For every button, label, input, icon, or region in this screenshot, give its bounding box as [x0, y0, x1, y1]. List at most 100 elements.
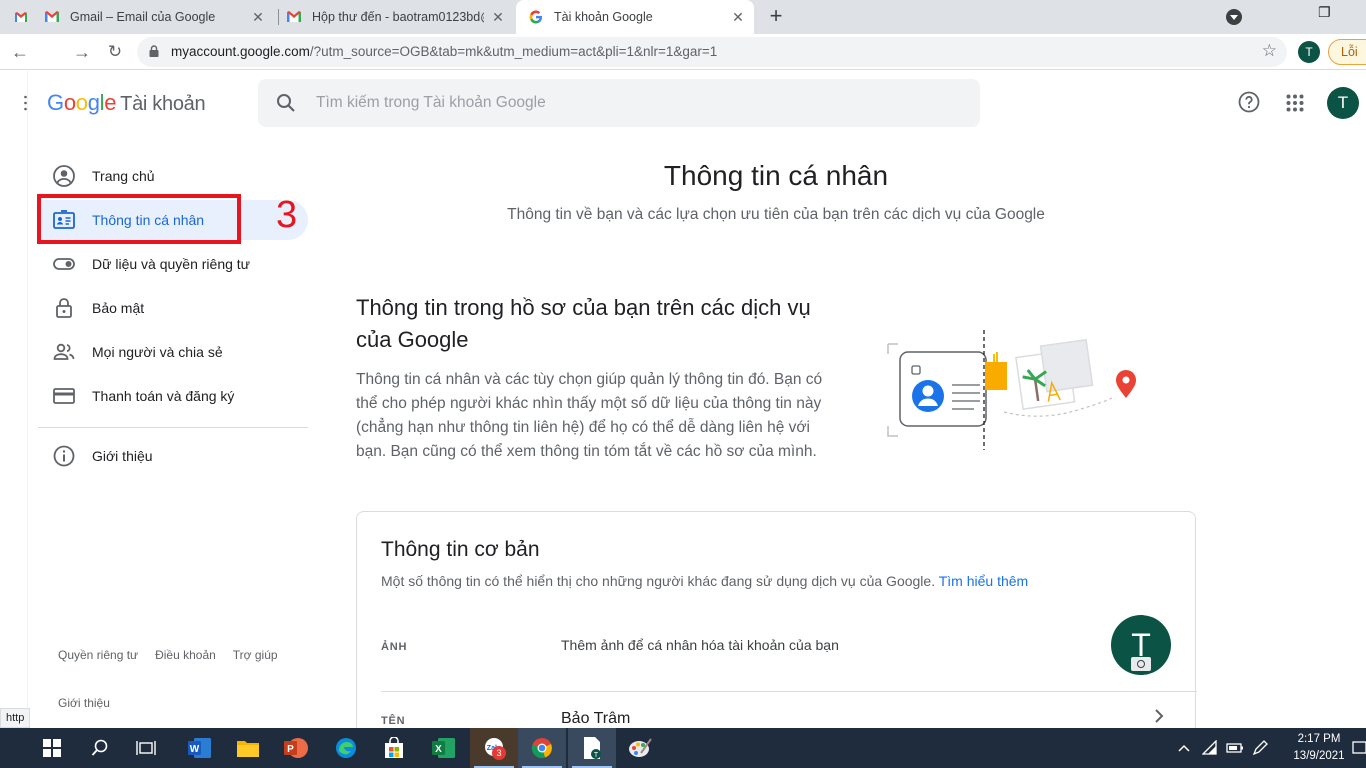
- error-button[interactable]: Lỗi: [1328, 39, 1366, 65]
- windows-start-icon[interactable]: [28, 728, 76, 768]
- name-row-label: TÊN: [381, 715, 406, 727]
- terms-link[interactable]: Điều khoản: [155, 648, 216, 662]
- search-input[interactable]: [316, 91, 916, 115]
- photo-row-label: ẢNH: [381, 641, 408, 653]
- taskbar-clock[interactable]: 2:17 PM 13/9/2021: [1284, 731, 1354, 765]
- sidebar-item-label: Bảo mật: [92, 300, 145, 316]
- profile-avatar[interactable]: T: [1298, 41, 1320, 63]
- task-view-icon[interactable]: [122, 728, 170, 768]
- logo-letter: o: [75, 90, 88, 115]
- account-search[interactable]: [258, 79, 980, 127]
- chrome-profile-icon[interactable]: T: [568, 728, 616, 768]
- gmail-icon: [44, 9, 60, 25]
- account-avatar[interactable]: T: [1327, 87, 1359, 119]
- help-icon[interactable]: [1238, 91, 1260, 113]
- lock-icon: [56, 298, 72, 318]
- profile-photo[interactable]: T: [1111, 615, 1171, 675]
- wifi-icon[interactable]: [1201, 739, 1218, 756]
- google-account-logo[interactable]: Google Tài khoản: [47, 90, 206, 116]
- photo-row-value[interactable]: Thêm ảnh để cá nhân hóa tài khoản của bạ…: [561, 637, 839, 653]
- name-row-value[interactable]: Bảo Trâm: [561, 710, 630, 728]
- logo-letter: e: [104, 90, 117, 115]
- footer-about-link[interactable]: Giới thiệu: [58, 696, 110, 710]
- sidebar-divider: [38, 427, 308, 428]
- sidebar-item-label: Thanh toán và đăng ký: [92, 388, 235, 404]
- file-explorer-icon[interactable]: [224, 728, 272, 768]
- tab-search-icon[interactable]: [1226, 9, 1242, 25]
- browser-tab-strip: Gmail – Email của Google ✕ Hộp thư đến -…: [0, 0, 1366, 34]
- paint-icon[interactable]: [616, 728, 664, 768]
- google-apps-icon[interactable]: [1286, 94, 1304, 112]
- excel-icon[interactable]: X: [420, 728, 468, 768]
- product-name: Tài khoản: [120, 93, 206, 115]
- close-tab-icon[interactable]: ✕: [490, 9, 506, 25]
- forward-arrow-icon[interactable]: →: [70, 40, 94, 64]
- svg-text:T: T: [594, 752, 599, 759]
- chevron-right-icon[interactable]: [1151, 708, 1167, 724]
- bookmark-star-icon[interactable]: ☆: [1262, 41, 1277, 61]
- notification-center-icon[interactable]: [1352, 740, 1366, 756]
- edge-icon[interactable]: [322, 728, 370, 768]
- url-path: /?utm_source=OGB&tab=mk&utm_medium=act&p…: [309, 44, 718, 59]
- sidebar-item-payments[interactable]: Thanh toán và đăng ký: [38, 376, 308, 416]
- restore-window-icon[interactable]: ❐: [1318, 4, 1331, 21]
- card-title: Thông tin cơ bản: [381, 538, 540, 561]
- logo-letter: G: [47, 90, 64, 115]
- profile-illustration: [887, 330, 1136, 450]
- tab-gmail[interactable]: Gmail – Email của Google ✕: [44, 0, 274, 34]
- main-menu-icon[interactable]: [24, 95, 27, 111]
- notification-badge: 3: [492, 746, 506, 760]
- gmail-icon: [286, 9, 302, 25]
- svg-text:W: W: [190, 744, 200, 755]
- tab-title: Gmail – Email của Google: [70, 10, 216, 24]
- section-description: Thông tin cá nhân và các tùy chọn giúp q…: [356, 371, 823, 460]
- card-description: Một số thông tin có thể hiển thị cho nhữ…: [381, 573, 1028, 589]
- learn-more-link[interactable]: Tìm hiểu thêm: [939, 573, 1028, 589]
- sidebar-item-about[interactable]: Giới thiệu: [38, 436, 308, 476]
- status-bar-tooltip: http: [0, 708, 31, 728]
- search-icon[interactable]: [276, 93, 296, 113]
- info-icon: [53, 445, 75, 467]
- reload-icon[interactable]: ↻: [103, 40, 127, 64]
- svg-text:X: X: [435, 744, 442, 755]
- tab-separator: [278, 9, 279, 25]
- camera-icon: [1131, 657, 1151, 671]
- clock-time: 2:17 PM: [1297, 733, 1341, 745]
- app-header: Google Tài khoản T: [0, 71, 1366, 135]
- windows-taskbar: W P X Zalo 3 T 2:17 PM 13/9/2021: [0, 728, 1366, 768]
- close-tab-icon[interactable]: ✕: [730, 9, 746, 25]
- credit-card-icon: [53, 388, 75, 404]
- battery-icon[interactable]: [1226, 740, 1243, 756]
- tab-title: Hộp thư đến - baotram0123bd@: [312, 10, 484, 24]
- microsoft-store-icon[interactable]: [370, 728, 418, 768]
- tab-inbox[interactable]: Hộp thư đến - baotram0123bd@ ✕: [286, 0, 514, 34]
- gmail-icon[interactable]: [14, 10, 28, 24]
- close-tab-icon[interactable]: ✕: [250, 9, 266, 25]
- sidebar-item-security[interactable]: Bảo mật: [38, 288, 308, 328]
- address-bar[interactable]: myaccount.google.com/?utm_source=OGB&tab…: [137, 37, 1287, 67]
- page-subtitle: Thông tin về bạn và các lựa chọn ưu tiên…: [507, 206, 1045, 223]
- sidebar-item-label: Dữ liệu và quyền riêng tư: [92, 256, 251, 272]
- sidebar-item-data-privacy[interactable]: Dữ liệu và quyền riêng tư: [38, 244, 308, 284]
- browser-toolbar: ← → ↻ myaccount.google.com/?utm_source=O…: [0, 34, 1366, 70]
- clock-date: 13/9/2021: [1293, 750, 1345, 762]
- help-link[interactable]: Trợ giúp: [233, 648, 278, 662]
- zalo-icon[interactable]: Zalo 3: [470, 728, 518, 768]
- tab-title: Tài khoản Google: [554, 10, 653, 24]
- card-description-text: Một số thông tin có thể hiển thị cho nhữ…: [381, 573, 936, 589]
- word-icon[interactable]: W: [176, 728, 224, 768]
- back-arrow-icon[interactable]: ←: [8, 40, 32, 64]
- privacy-link[interactable]: Quyền riêng tư: [58, 648, 138, 662]
- powerpoint-icon[interactable]: P: [272, 728, 320, 768]
- new-tab-button[interactable]: +: [765, 5, 787, 28]
- tab-google-account[interactable]: Tài khoản Google ✕: [516, 0, 754, 34]
- svg-text:P: P: [287, 744, 294, 755]
- tray-chevron-up-icon[interactable]: [1176, 740, 1192, 756]
- lock-icon: [149, 45, 159, 57]
- sidebar-item-label: Giới thiệu: [92, 448, 153, 464]
- pen-icon[interactable]: [1252, 740, 1268, 756]
- chrome-icon[interactable]: [518, 728, 566, 768]
- search-icon[interactable]: [76, 728, 124, 768]
- page-title: Thông tin cá nhân: [663, 160, 889, 191]
- sidebar-item-people-sharing[interactable]: Mọi người và chia sẻ: [38, 332, 308, 372]
